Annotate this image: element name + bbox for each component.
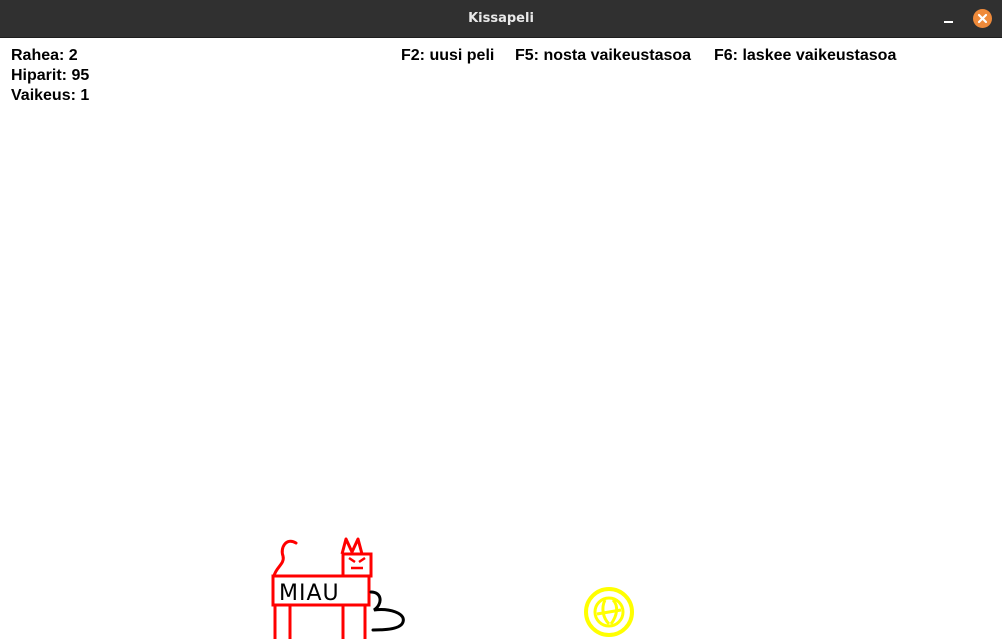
cat-eye-left <box>348 556 356 564</box>
game-canvas[interactable]: Rahea: 2 Hiparit: 95 Vaikeus: 1 F2: uusi… <box>1 38 1001 639</box>
money-counter: Rahea: 2 <box>11 47 78 64</box>
cat-tail-curl <box>272 539 298 578</box>
cat-tail <box>369 590 405 632</box>
cat-sign-text: MIAU <box>279 581 340 606</box>
minimize-button[interactable] <box>940 9 958 27</box>
cat-ears <box>340 537 364 555</box>
raise-difficulty-hint: F5: nosta vaikeustasoa <box>515 47 692 64</box>
lower-difficulty-hint: F6: laskee vaikeustasoa <box>714 47 897 64</box>
game-window: Kissapeli Rahea: 2 Hiparit: 95 Vaikeus: … <box>0 0 1002 639</box>
difficulty-level: Vaikeus: 1 <box>11 87 90 104</box>
title-bar[interactable]: Kissapeli <box>0 0 1002 38</box>
close-button[interactable] <box>973 9 992 28</box>
close-icon <box>977 13 988 24</box>
cat-sprite: MIAU <box>271 537 405 639</box>
coin-sprite <box>584 587 634 637</box>
new-game-hint: F2: uusi peli <box>401 47 495 64</box>
window-title: Kissapeli <box>468 11 534 26</box>
mice-counter: Hiparit: 95 <box>11 67 90 84</box>
cat-head <box>341 552 373 578</box>
cat-eye-right <box>358 556 366 564</box>
